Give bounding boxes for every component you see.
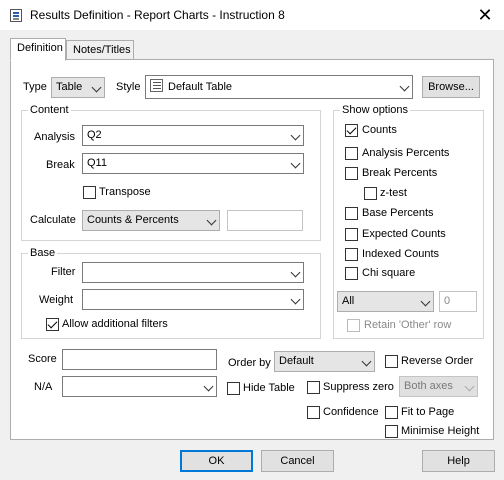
indexed-counts-label: Indexed Counts bbox=[362, 248, 440, 260]
analysis-label: Analysis bbox=[34, 131, 75, 143]
calculate-label: Calculate bbox=[30, 214, 76, 226]
analysis-select[interactable]: Q2 bbox=[82, 125, 304, 146]
weight-select[interactable] bbox=[82, 289, 304, 310]
confidence-label: Confidence bbox=[323, 406, 379, 418]
base-group-title: Base bbox=[28, 247, 58, 259]
chevron-down-icon bbox=[203, 381, 214, 392]
chevron-down-icon bbox=[290, 294, 301, 305]
retain-other-row-label: Retain 'Other' row bbox=[364, 319, 452, 331]
fit-to-page-label: Fit to Page bbox=[401, 406, 455, 418]
expected-counts-label: Expected Counts bbox=[362, 228, 446, 240]
content-group-title: Content bbox=[28, 104, 71, 116]
type-select[interactable]: Table bbox=[51, 77, 105, 98]
chi-square-label: Chi square bbox=[362, 267, 416, 279]
chi-square-checkbox[interactable] bbox=[345, 267, 358, 280]
break-percents-checkbox[interactable] bbox=[345, 167, 358, 180]
na-label: N/A bbox=[34, 381, 53, 393]
chevron-down-icon bbox=[206, 215, 217, 226]
count-spin-field[interactable]: 0 bbox=[439, 291, 477, 312]
score-field[interactable] bbox=[62, 349, 217, 370]
calculate-extra-field[interactable] bbox=[227, 210, 303, 231]
chevron-down-icon bbox=[420, 296, 431, 307]
allow-filters-checkbox[interactable] bbox=[46, 318, 59, 331]
all-select-value: All bbox=[342, 295, 355, 307]
style-label: Style bbox=[116, 81, 141, 93]
style-select-value: Default Table bbox=[168, 81, 233, 93]
minimise-height-checkbox[interactable] bbox=[385, 425, 398, 438]
calculate-select[interactable]: Counts & Percents bbox=[82, 210, 220, 231]
chevron-down-icon bbox=[361, 356, 372, 367]
reverse-order-checkbox[interactable] bbox=[385, 355, 398, 368]
break-label: Break bbox=[46, 159, 75, 171]
show-options-title: Show options bbox=[340, 104, 411, 116]
chevron-down-icon bbox=[91, 82, 102, 93]
reverse-order-label: Reverse Order bbox=[401, 355, 474, 367]
transpose-checkbox[interactable] bbox=[83, 186, 96, 199]
order-by-label: Order by bbox=[228, 357, 271, 369]
tab-notes-titles[interactable]: Notes/Titles bbox=[66, 40, 134, 60]
chevron-down-icon bbox=[399, 81, 410, 92]
filter-label: Filter bbox=[51, 266, 76, 278]
browse-button[interactable]: Browse... bbox=[422, 76, 480, 98]
table-icon bbox=[150, 79, 163, 92]
transpose-label: Transpose bbox=[99, 186, 151, 198]
close-icon[interactable]: ✕ bbox=[474, 5, 496, 25]
tab-definition[interactable]: Definition bbox=[10, 38, 66, 61]
analysis-percents-checkbox[interactable] bbox=[345, 147, 358, 160]
analysis-percents-label: Analysis Percents bbox=[362, 147, 450, 159]
style-select[interactable]: Default Table bbox=[145, 75, 413, 99]
filter-select[interactable] bbox=[82, 262, 304, 283]
hide-table-label: Hide Table bbox=[243, 382, 295, 394]
type-select-value: Table bbox=[56, 81, 83, 93]
base-percents-checkbox[interactable] bbox=[345, 207, 358, 220]
type-label: Type bbox=[23, 81, 47, 93]
ok-button[interactable]: OK bbox=[180, 450, 253, 472]
counts-checkbox[interactable] bbox=[345, 124, 358, 137]
window-title: Results Definition - Report Charts - Ins… bbox=[30, 8, 285, 22]
allow-filters-label: Allow additional filters bbox=[62, 318, 168, 330]
indexed-counts-checkbox[interactable] bbox=[345, 248, 358, 261]
order-by-select-value: Default bbox=[279, 355, 314, 367]
chevron-down-icon bbox=[290, 158, 301, 169]
suppress-zero-checkbox[interactable] bbox=[307, 381, 320, 394]
score-label: Score bbox=[28, 353, 57, 365]
z-test-label: z-test bbox=[380, 187, 407, 199]
z-test-checkbox[interactable] bbox=[364, 187, 377, 200]
calculate-select-value: Counts & Percents bbox=[87, 214, 179, 226]
help-button[interactable]: Help bbox=[422, 450, 495, 472]
hide-table-checkbox[interactable] bbox=[227, 382, 240, 395]
counts-label: Counts bbox=[362, 124, 397, 136]
na-select[interactable] bbox=[62, 376, 217, 397]
window-app-icon bbox=[10, 9, 22, 22]
fit-to-page-checkbox[interactable] bbox=[385, 406, 398, 419]
cancel-button[interactable]: Cancel bbox=[261, 450, 334, 472]
base-percents-label: Base Percents bbox=[362, 207, 434, 219]
confidence-checkbox[interactable] bbox=[307, 406, 320, 419]
minimise-height-label: Minimise Height bbox=[401, 425, 480, 437]
suppress-axes-select-value: Both axes bbox=[404, 380, 453, 392]
all-select[interactable]: All bbox=[337, 291, 434, 312]
chevron-down-icon bbox=[290, 130, 301, 141]
suppress-zero-label: Suppress zero bbox=[323, 381, 394, 393]
break-select-value: Q11 bbox=[87, 157, 107, 169]
analysis-select-value: Q2 bbox=[87, 129, 102, 141]
break-percents-label: Break Percents bbox=[362, 167, 438, 179]
expected-counts-checkbox[interactable] bbox=[345, 228, 358, 241]
weight-label: Weight bbox=[39, 294, 74, 306]
break-select[interactable]: Q11 bbox=[82, 153, 304, 174]
chevron-down-icon bbox=[464, 381, 475, 392]
chevron-down-icon bbox=[290, 267, 301, 278]
order-by-select[interactable]: Default bbox=[274, 351, 375, 372]
title-bar: Results Definition - Report Charts - Ins… bbox=[0, 0, 504, 30]
suppress-axes-select[interactable]: Both axes bbox=[399, 376, 478, 397]
retain-other-row-checkbox[interactable] bbox=[347, 319, 360, 332]
